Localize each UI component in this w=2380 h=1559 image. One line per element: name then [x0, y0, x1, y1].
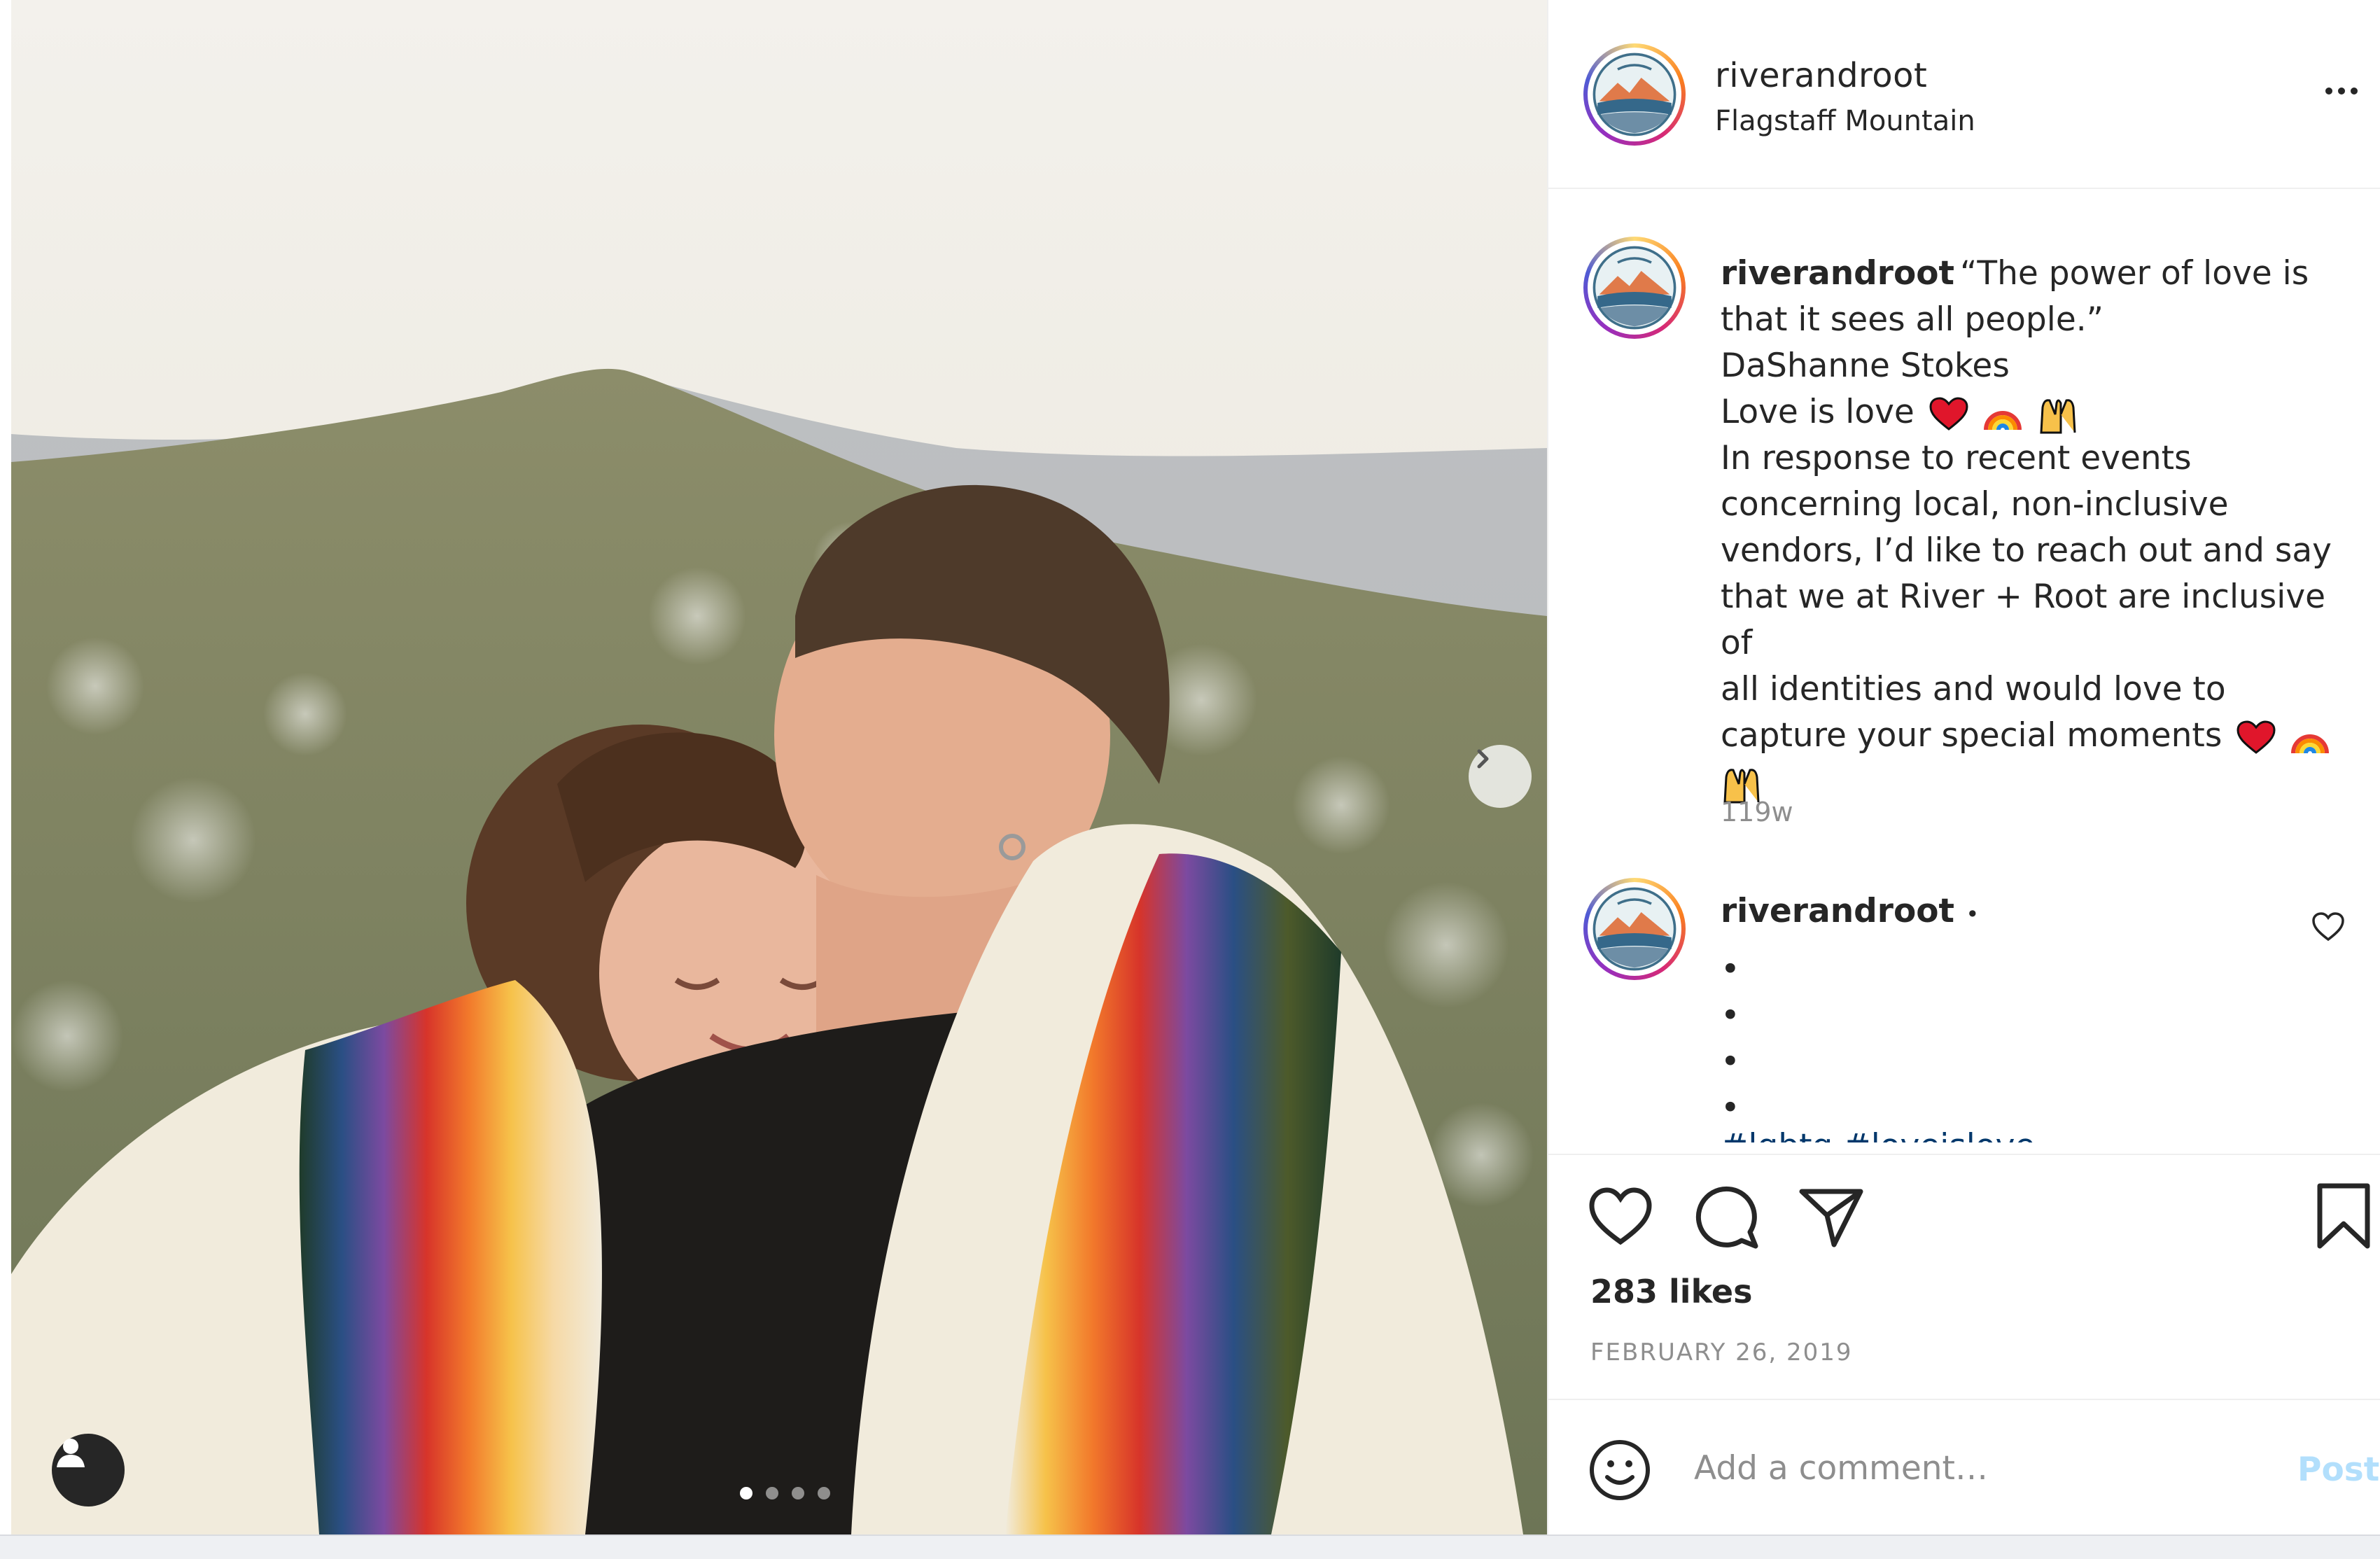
add-comment-form: Post [1548, 1399, 2380, 1534]
carousel-dot [792, 1487, 804, 1499]
caption-text: riverandroot “The power of love is that i… [1721, 251, 2351, 805]
carousel-dot [766, 1487, 778, 1499]
brand-logo-icon [1592, 53, 1676, 137]
post-actions: 283 likes FEBRUARY 26, 2019 [1548, 1154, 2380, 1399]
caption-line: vendors, I’d like to reach out and say [1721, 531, 2332, 570]
comment-bullet: • [1721, 1042, 1740, 1081]
caption-line: capture your special moments [1721, 716, 2222, 755]
window-bottom-edge [0, 1534, 2380, 1559]
avatar[interactable] [1583, 237, 1686, 339]
comment-separator: • [1966, 901, 1980, 928]
comment-input[interactable] [1694, 1436, 2254, 1499]
caption-timestamp[interactable]: 119w [1721, 797, 1793, 827]
raising-hands-icon [2040, 398, 2076, 433]
caption-line: that we at River + Root are inclusive of [1721, 578, 2326, 662]
chevron-right-icon [1477, 749, 1489, 769]
carousel-dot [740, 1487, 752, 1499]
carousel-next-button[interactable] [1469, 745, 1532, 808]
post-author-username[interactable]: riverandroot [1715, 56, 1927, 95]
brand-logo-icon [1592, 887, 1676, 971]
share-icon[interactable] [1799, 1187, 1863, 1247]
caption-line: DaShanne Stokes [1721, 347, 2010, 385]
post-date[interactable]: FEBRUARY 26, 2019 [1590, 1338, 1853, 1366]
post-comment-button[interactable]: Post [2297, 1450, 2379, 1489]
comment-bullet: • [1721, 950, 1740, 988]
photo-scene [11, 0, 1547, 1534]
post-side-panel: riverandroot Flagstaff Mountain riverand… [1547, 0, 2380, 1534]
rainbow-icon [2291, 734, 2330, 753]
red-heart-icon [1929, 396, 1968, 431]
comments-section[interactable]: riverandroot “The power of love is that i… [1548, 190, 2380, 1142]
caption-username[interactable]: riverandroot [1721, 254, 1954, 293]
tagged-users-button[interactable] [52, 1434, 125, 1506]
caption-line: all identities and would love to [1721, 670, 2226, 708]
rainbow-icon [1983, 410, 2022, 430]
caption-line: concerning local, non-inclusive [1721, 485, 2229, 524]
red-heart-icon [2236, 720, 2276, 754]
caption-line: that it sees all people.” [1721, 300, 2104, 339]
comment-hashtags[interactable]: #lgbtq #loveislove [1721, 1127, 2035, 1142]
brand-logo-icon [1592, 246, 1676, 330]
more-options-icon[interactable] [2325, 78, 2367, 104]
post-header: riverandroot Flagstaff Mountain [1548, 0, 2380, 189]
caption-line: Love is love [1721, 393, 1914, 431]
post-photo[interactable] [11, 0, 1547, 1534]
carousel-indicator [740, 1487, 830, 1499]
post-location[interactable]: Flagstaff Mountain [1715, 105, 1975, 137]
avatar[interactable] [1583, 878, 1686, 980]
save-icon[interactable] [2316, 1183, 2372, 1250]
caption-line: “The power of love is [1960, 254, 2309, 293]
comment-bullet: • [1721, 996, 1740, 1035]
comment-like-icon[interactable] [2311, 911, 2345, 942]
comment-username[interactable]: riverandroot • [1721, 892, 1979, 930]
emoji-icon[interactable] [1588, 1438, 1652, 1502]
like-count[interactable]: 283 likes [1590, 1273, 1753, 1310]
user-tag-icon [57, 1439, 85, 1467]
like-icon[interactable] [1589, 1187, 1652, 1246]
caption-line: In response to recent events [1721, 439, 2192, 477]
comment-text: • • • • [1721, 946, 1740, 1131]
comment-bullet: • [1721, 1089, 1740, 1127]
avatar[interactable] [1583, 43, 1686, 146]
comment-username-text[interactable]: riverandroot [1721, 892, 1954, 930]
carousel-dot [818, 1487, 830, 1499]
comment-icon[interactable] [1695, 1186, 1760, 1249]
